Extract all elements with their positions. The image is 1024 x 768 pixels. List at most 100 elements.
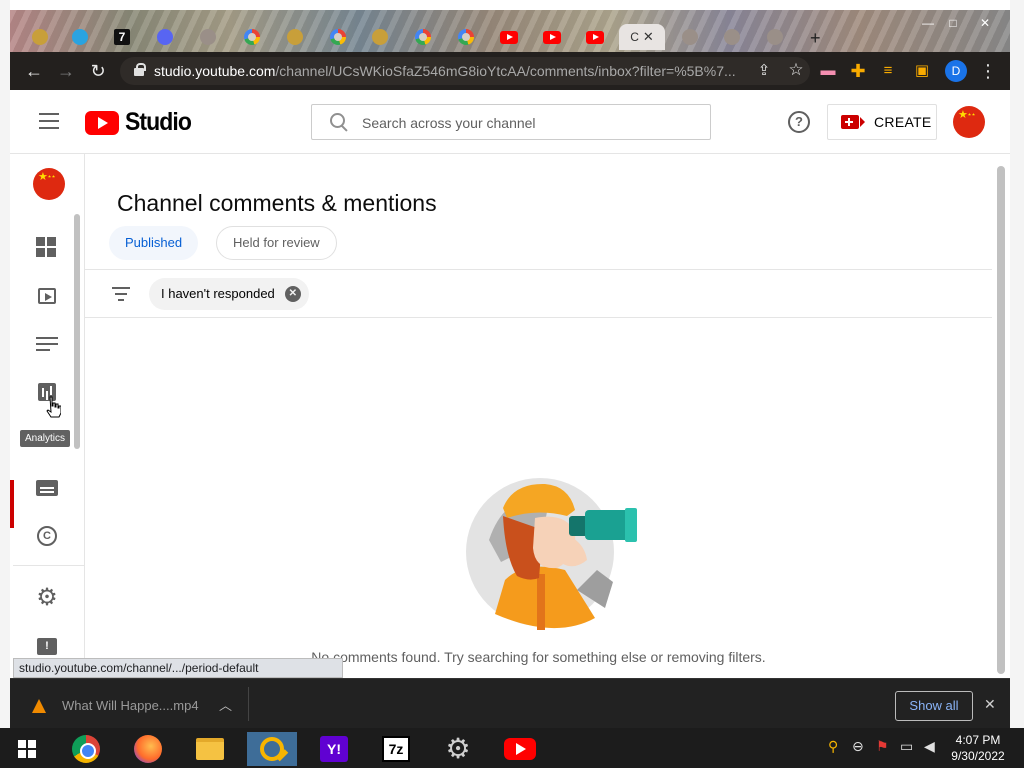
taskbar-chrome[interactable]: [61, 732, 111, 766]
sidebar-divider: [13, 565, 85, 566]
tab-13[interactable]: [532, 24, 572, 50]
google-icon: [330, 29, 346, 45]
extensions-puzzle-icon[interactable]: ✚: [848, 61, 868, 81]
youtube-icon: [586, 30, 604, 44]
sidebar-item-dashboard[interactable]: [13, 224, 81, 272]
download-separator: [248, 687, 249, 721]
drive-icon: [200, 29, 216, 45]
tab-12[interactable]: [489, 24, 529, 50]
filter-chip[interactable]: I haven't responded ✕: [149, 278, 309, 310]
download-bar: What Will Happe....mp4 ︿ Show all ✕: [10, 678, 1010, 728]
tab-8[interactable]: [318, 24, 358, 50]
taskbar-firefox[interactable]: [123, 732, 173, 766]
profile-avatar[interactable]: D: [945, 60, 967, 82]
new-tab-button[interactable]: +: [810, 28, 821, 49]
tab-14[interactable]: [575, 24, 615, 50]
reload-icon[interactable]: ↻: [88, 61, 108, 81]
tab-4[interactable]: [145, 24, 185, 50]
download-file-name[interactable]: What Will Happe....mp4: [62, 698, 199, 713]
close-download-bar-icon[interactable]: ✕: [984, 696, 996, 713]
tab-7[interactable]: [275, 24, 315, 50]
sidebar-item-subtitles[interactable]: [13, 464, 81, 512]
tab-held-for-review[interactable]: Held for review: [216, 226, 337, 260]
gear-icon: ⚙: [445, 733, 471, 764]
tab-17[interactable]: [712, 24, 752, 50]
maximize-button[interactable]: □: [941, 14, 965, 32]
url-host: studio.youtube.com: [154, 63, 276, 79]
tab-3[interactable]: 7: [102, 24, 142, 50]
lock-icon: [134, 63, 146, 76]
seven-icon: 7: [114, 29, 130, 45]
taskbar-yahoo-messenger[interactable]: Y!: [309, 732, 359, 766]
tab-16[interactable]: [670, 24, 710, 50]
create-button-label: CREATE: [874, 114, 932, 130]
bookmark-star-icon[interactable]: ☆: [786, 60, 806, 80]
page-title: Channel comments & mentions: [117, 190, 437, 216]
close-tab-icon[interactable]: ✕: [643, 29, 654, 45]
tab-10[interactable]: [403, 24, 443, 50]
tab-published[interactable]: Published: [109, 226, 199, 260]
tab-5[interactable]: [188, 24, 228, 50]
side-panel-icon[interactable]: ▣: [912, 61, 932, 81]
tray-do-not-disturb-icon[interactable]: ⊖: [852, 738, 864, 755]
browser-menu-icon[interactable]: ⋮: [978, 61, 998, 81]
tray-search-icon[interactable]: ⚲: [828, 738, 838, 755]
hand-cursor-icon: [46, 396, 61, 418]
tab-18[interactable]: [755, 24, 795, 50]
show-all-button[interactable]: Show all: [895, 691, 973, 721]
tray-network-icon[interactable]: ▭: [900, 738, 913, 755]
tray-flag-icon[interactable]: ⚑: [876, 738, 889, 755]
sidebar-item-copyright[interactable]: C: [13, 512, 81, 560]
desktop-background-right: [1010, 0, 1024, 728]
windows-taskbar: Y! 7z ⚙ ⚲ ⊖ ⚑ ▭ ◀ 4:07 PM 9/30/2022: [0, 728, 1024, 768]
tab-11[interactable]: [446, 24, 486, 50]
copyright-icon: C: [37, 526, 57, 546]
taskbar-search-app[interactable]: [247, 732, 297, 766]
tab-strip: 7 C ✕ + — □ ✕: [10, 10, 1010, 52]
search-input[interactable]: [362, 113, 692, 133]
taskbar-youtube[interactable]: [495, 732, 545, 766]
tab-2[interactable]: [60, 24, 100, 50]
main-scrollbar[interactable]: [997, 166, 1005, 674]
chevron-up-icon[interactable]: ︿: [219, 695, 232, 714]
back-icon[interactable]: ←: [24, 61, 44, 81]
reading-list-icon[interactable]: ≡: [878, 61, 898, 81]
forward-icon[interactable]: →: [56, 61, 76, 81]
remove-filter-icon[interactable]: ✕: [284, 286, 301, 302]
create-button[interactable]: CREATE: [827, 104, 937, 140]
create-video-icon: [841, 115, 859, 129]
tab-1[interactable]: [20, 24, 60, 50]
discord-icon: [157, 29, 173, 45]
archive-icon: [767, 29, 783, 45]
clock-date: 9/30/2022: [951, 749, 1005, 763]
start-button[interactable]: [2, 732, 52, 766]
sidebar-item-playlists[interactable]: [13, 320, 81, 368]
search-box[interactable]: [311, 104, 711, 140]
address-bar[interactable]: studio.youtube.com/channel/UCsWKioSfaZ54…: [120, 57, 810, 85]
studio-page: Studio ? CREATE: [10, 90, 1010, 678]
tab-9[interactable]: [360, 24, 400, 50]
filter-divider: [85, 317, 992, 318]
extension-flag-icon[interactable]: ▬: [818, 61, 838, 81]
menu-icon[interactable]: [39, 113, 59, 129]
help-icon[interactable]: ?: [788, 111, 810, 133]
address-url: studio.youtube.com/channel/UCsWKioSfaZ54…: [154, 63, 736, 79]
taskbar-settings-app[interactable]: ⚙: [433, 732, 483, 766]
sidebar-item-content[interactable]: [13, 272, 81, 320]
taskbar-7zip[interactable]: 7z: [371, 732, 421, 766]
taskbar-file-explorer[interactable]: [185, 732, 235, 766]
sevenzip-icon: 7z: [382, 736, 410, 762]
studio-logo-text: Studio: [125, 108, 192, 136]
account-avatar[interactable]: [953, 106, 985, 138]
close-window-button[interactable]: ✕: [973, 14, 997, 32]
minimize-button[interactable]: —: [916, 14, 940, 32]
tray-volume-icon[interactable]: ◀: [924, 738, 935, 755]
filter-icon[interactable]: [112, 287, 130, 301]
tab-active[interactable]: C ✕: [619, 24, 665, 50]
channel-avatar[interactable]: [33, 168, 65, 200]
share-icon[interactable]: ⇪: [754, 61, 774, 81]
taskbar-clock[interactable]: 4:07 PM 9/30/2022: [945, 732, 1011, 764]
sidebar-item-settings[interactable]: ⚙: [13, 574, 81, 622]
tab-6[interactable]: [232, 24, 272, 50]
studio-logo[interactable]: Studio: [85, 108, 197, 137]
